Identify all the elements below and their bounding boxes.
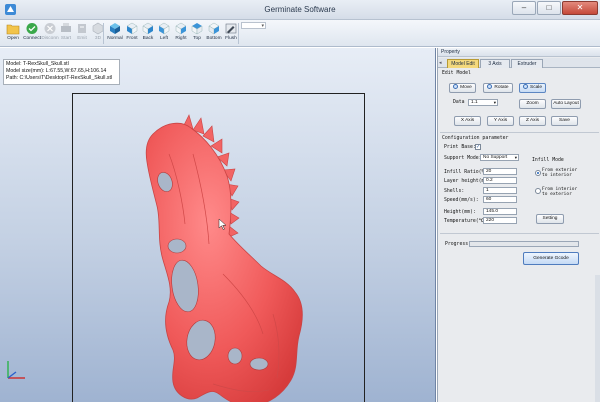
model-size: Model size(mm): L:67.55,W:67.65,H:106.14 xyxy=(6,68,107,74)
infill-exterior-label: From exterior to interior xyxy=(542,168,578,178)
infill-interior-label: From interior to exterior xyxy=(542,187,578,197)
auto-layout-button[interactable]: Auto Layout xyxy=(551,99,581,109)
speed-input[interactable]: 60 xyxy=(483,196,517,203)
rotate-label: Rotate xyxy=(494,85,509,90)
data-value: 1.1 xyxy=(471,100,478,105)
axis-indicator xyxy=(7,361,25,379)
temperature-input[interactable]: 220 xyxy=(483,217,517,224)
height-input[interactable]: 145.0 xyxy=(483,208,517,215)
chevron-down-icon: ▾ xyxy=(493,100,496,105)
support-mode-value: No Support xyxy=(483,155,508,160)
x-axis-button[interactable]: X Axis xyxy=(454,116,481,126)
print-base-checkbox[interactable]: ✓ xyxy=(475,144,481,150)
folder-icon xyxy=(6,24,20,35)
generate-gcode-button[interactable]: Generate Gcode xyxy=(523,252,579,265)
cube-left-icon xyxy=(158,22,170,35)
build-volume xyxy=(72,93,365,402)
y-axis-button[interactable]: Y Axis xyxy=(487,116,514,126)
toolbar: Open Connect Disconn Start Emit 3D Norma… xyxy=(0,20,600,47)
scale-icon xyxy=(523,84,528,89)
tab-3-axis[interactable]: 3 Axis xyxy=(480,59,510,68)
edit-model-heading: Edit Model xyxy=(442,71,471,76)
maximize-button[interactable]: □ xyxy=(537,1,561,15)
shells-input[interactable]: 1 xyxy=(483,187,517,194)
chevron-down-icon: ▾ xyxy=(261,23,264,29)
model-info-box: Model: T-RexSkull_Skull.stl Model size(m… xyxy=(3,59,120,85)
layer-height-input[interactable]: 0.2 xyxy=(483,177,517,184)
config-heading: Configuration parameter xyxy=(442,136,509,141)
infill-exterior-radio[interactable] xyxy=(535,170,541,176)
data-select[interactable]: 1.1 ▾ xyxy=(468,99,498,106)
zoom-button[interactable]: Zoom xyxy=(519,99,546,109)
save-button[interactable]: Save xyxy=(551,116,578,126)
scale-label: Scale xyxy=(530,85,542,90)
progress-label: Progress: xyxy=(445,242,471,247)
scale-button[interactable]: Scale xyxy=(519,83,546,93)
cube-normal-icon xyxy=(110,23,120,34)
panel-scrollbar[interactable] xyxy=(595,275,600,402)
t-rex-skull-model[interactable] xyxy=(73,94,366,402)
property-panel: Property ◂ Model Edit 3 Axis Extruder Ed… xyxy=(437,48,600,402)
setting-button[interactable]: Setting xyxy=(536,214,564,224)
rotate-button[interactable]: Rotate xyxy=(483,83,513,93)
cube-top-icon xyxy=(191,23,203,35)
tab-model-edit[interactable]: Model Edit xyxy=(447,59,479,68)
move-icon xyxy=(453,84,459,89)
model-path: Path: C:\Users\T\Desktop\T-RexSkull_Skul… xyxy=(6,75,113,81)
flush-label: Flush xyxy=(225,36,237,41)
3d-viewport[interactable]: Model: T-RexSkull_Skull.stl Model size(m… xyxy=(0,48,436,402)
close-button[interactable]: ✕ xyxy=(562,1,598,15)
height-label: Height(mm): xyxy=(444,210,476,215)
rotate-icon xyxy=(487,84,493,89)
chevron-down-icon: ▾ xyxy=(514,155,517,160)
print-base-label: Print Base: xyxy=(444,145,476,150)
tab-extruder[interactable]: Extruder xyxy=(511,59,543,68)
data-label: Data xyxy=(453,100,465,105)
z-axis-button[interactable]: Z Axis xyxy=(519,116,546,126)
panel-header: Property xyxy=(438,48,600,57)
move-label: Move xyxy=(460,85,472,90)
support-mode-select[interactable]: No Support ▾ xyxy=(480,154,519,161)
support-mode-label: Support Mode: xyxy=(444,156,482,161)
cube-bottom-icon xyxy=(208,22,220,35)
infill-ratio-input[interactable]: 20 xyxy=(483,168,517,175)
minimize-button[interactable]: – xyxy=(512,1,536,15)
infill-mode-heading: Infill Mode xyxy=(532,158,564,163)
model-name: Model: T-RexSkull_Skull.stl xyxy=(6,61,69,67)
window-title: Germinate Software xyxy=(264,5,336,14)
toolbar-dropdown[interactable]: ▾ xyxy=(241,22,266,29)
flush-icon xyxy=(225,23,237,34)
move-button[interactable]: Move xyxy=(449,83,476,93)
infill-interior-radio[interactable] xyxy=(535,188,541,194)
shells-label: Shells: xyxy=(444,189,465,194)
title-bar: Germinate Software – □ ✕ xyxy=(0,0,600,20)
speed-label: Speed(mm/s): xyxy=(444,198,479,203)
tab-scroll-left-icon[interactable]: ◂ xyxy=(439,59,445,68)
connect-icon xyxy=(26,23,38,34)
panel-tabs: ◂ Model Edit 3 Axis Extruder xyxy=(438,58,600,68)
progress-bar xyxy=(469,241,579,247)
